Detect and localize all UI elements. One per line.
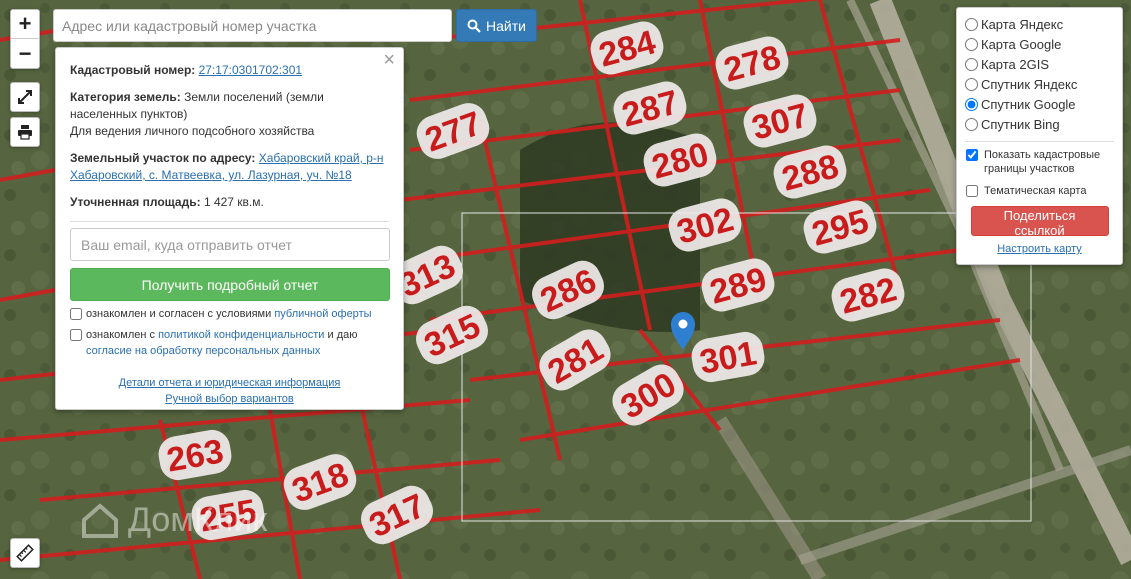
privacy-agreement-row: ознакомлен с политикой конфиденциальност… xyxy=(70,327,389,359)
layer-option-label: Спутник Яндекс xyxy=(981,76,1078,92)
thematic-map-row[interactable]: Тематическая карта xyxy=(965,184,1114,198)
privacy-policy-link[interactable]: политикой конфиденциальности xyxy=(158,329,324,341)
layer-option-label: Спутник Bing xyxy=(981,116,1060,132)
share-link-button[interactable]: Поделиться ссылкой xyxy=(970,206,1109,238)
search-button-label: Найти xyxy=(486,17,526,34)
footer-links: Детали отчета и юридическая информация Р… xyxy=(70,375,389,407)
area-label: Уточненная площадь: xyxy=(70,195,201,209)
category-row: Категория земель: Земли поселений (земли… xyxy=(70,89,389,140)
layer-option[interactable]: Карта Яндекс xyxy=(965,14,1114,34)
close-icon[interactable]: × xyxy=(383,50,395,70)
search-icon xyxy=(467,19,481,33)
zoom-in-button[interactable]: + xyxy=(11,10,39,39)
category-label: Категория земель: xyxy=(70,90,181,104)
layer-option-label: Карта Google xyxy=(981,36,1062,52)
area-value: 1 427 кв.м. xyxy=(203,195,264,209)
house-logo-icon xyxy=(82,503,118,538)
fullscreen-button[interactable] xyxy=(10,82,40,112)
address-row: Земельный участок по адресу: Хабаровский… xyxy=(70,150,389,184)
offer-prefix: ознакомлен и согласен с условиями xyxy=(86,308,272,320)
privacy-agreement-text: ознакомлен с политикой конфиденциальност… xyxy=(86,327,358,359)
layer-option-label: Карта 2GIS xyxy=(981,56,1050,72)
layers-divider xyxy=(965,141,1114,142)
layer-option[interactable]: Спутник Яндекс xyxy=(965,74,1114,94)
privacy-checkbox[interactable] xyxy=(70,329,82,341)
email-field[interactable] xyxy=(70,228,390,261)
parcel-info-panel: × Кадастровый номер: 27:17:0301702:301 К… xyxy=(55,47,404,410)
show-borders-row[interactable]: Показать кадастровые границы участков xyxy=(965,148,1114,176)
public-offer-link[interactable]: публичной оферты xyxy=(274,308,371,320)
zoom-control: + − xyxy=(10,9,40,69)
watermark-text: ДомКлик xyxy=(128,500,268,539)
address-label: Земельный участок по адресу: xyxy=(70,151,256,165)
offer-agreement-text: ознакомлен и согласен с условиями публич… xyxy=(86,306,372,322)
cadastral-label: Кадастровый номер: xyxy=(70,63,196,77)
layer-radio[interactable] xyxy=(965,57,978,71)
layer-options-list: Карта Яндекс Карта Google Карта 2GIS Спутни… xyxy=(965,14,1114,134)
layer-radio[interactable] xyxy=(965,77,978,91)
get-report-button[interactable]: Получить подробный отчет xyxy=(70,268,390,301)
offer-checkbox[interactable] xyxy=(70,308,82,320)
report-details-link[interactable]: Детали отчета и юридическая информация xyxy=(70,375,389,391)
show-borders-checkbox[interactable] xyxy=(966,149,978,161)
zoom-out-button[interactable]: − xyxy=(11,39,39,68)
search-button[interactable]: Найти xyxy=(456,9,537,42)
offer-agreement-row: ознакомлен и согласен с условиями публич… xyxy=(70,306,389,322)
layer-option[interactable]: Карта Google xyxy=(965,34,1114,54)
configure-map-link[interactable]: Настроить карту xyxy=(965,243,1114,255)
map-layers-panel: Карта Яндекс Карта Google Карта 2GIS Спутни… xyxy=(956,7,1123,265)
personal-data-consent-link[interactable]: согласие на обработку персональных данны… xyxy=(86,345,320,357)
domclick-watermark: ДомКлик xyxy=(80,500,267,540)
layer-option[interactable]: Карта 2GIS xyxy=(965,54,1114,74)
usage-value: Для ведения личного подсобного хозяйства xyxy=(70,124,315,138)
thematic-map-checkbox[interactable] xyxy=(966,185,978,197)
layer-option[interactable]: Спутник Google xyxy=(965,94,1114,114)
layer-radio[interactable] xyxy=(965,97,978,111)
show-borders-label: Показать кадастровые границы участков xyxy=(984,149,1101,175)
layer-radio[interactable] xyxy=(965,37,978,51)
print-icon xyxy=(18,125,32,140)
thematic-map-label: Тематическая карта xyxy=(984,185,1087,197)
privacy-mid: и даю xyxy=(327,329,358,341)
print-button[interactable] xyxy=(10,117,40,147)
cadastral-number-link[interactable]: 27:17:0301702:301 xyxy=(199,63,302,77)
layer-option-label: Карта Яндекс xyxy=(981,16,1064,32)
ruler-icon xyxy=(16,544,34,562)
layer-radio[interactable] xyxy=(965,117,978,131)
layer-radio[interactable] xyxy=(965,17,978,31)
manual-selection-link[interactable]: Ручной выбор вариантов xyxy=(70,391,389,407)
area-row: Уточненная площадь: 1 427 кв.м. xyxy=(70,194,389,211)
divider xyxy=(70,221,389,222)
search-input[interactable] xyxy=(53,9,452,42)
cadastral-row: Кадастровый номер: 27:17:0301702:301 xyxy=(70,62,389,79)
ruler-button[interactable] xyxy=(10,538,40,568)
layer-option[interactable]: Спутник Bing xyxy=(965,114,1114,134)
expand-icon xyxy=(18,90,32,104)
layer-option-label: Спутник Google xyxy=(981,96,1076,112)
privacy-prefix: ознакомлен с xyxy=(86,329,156,341)
